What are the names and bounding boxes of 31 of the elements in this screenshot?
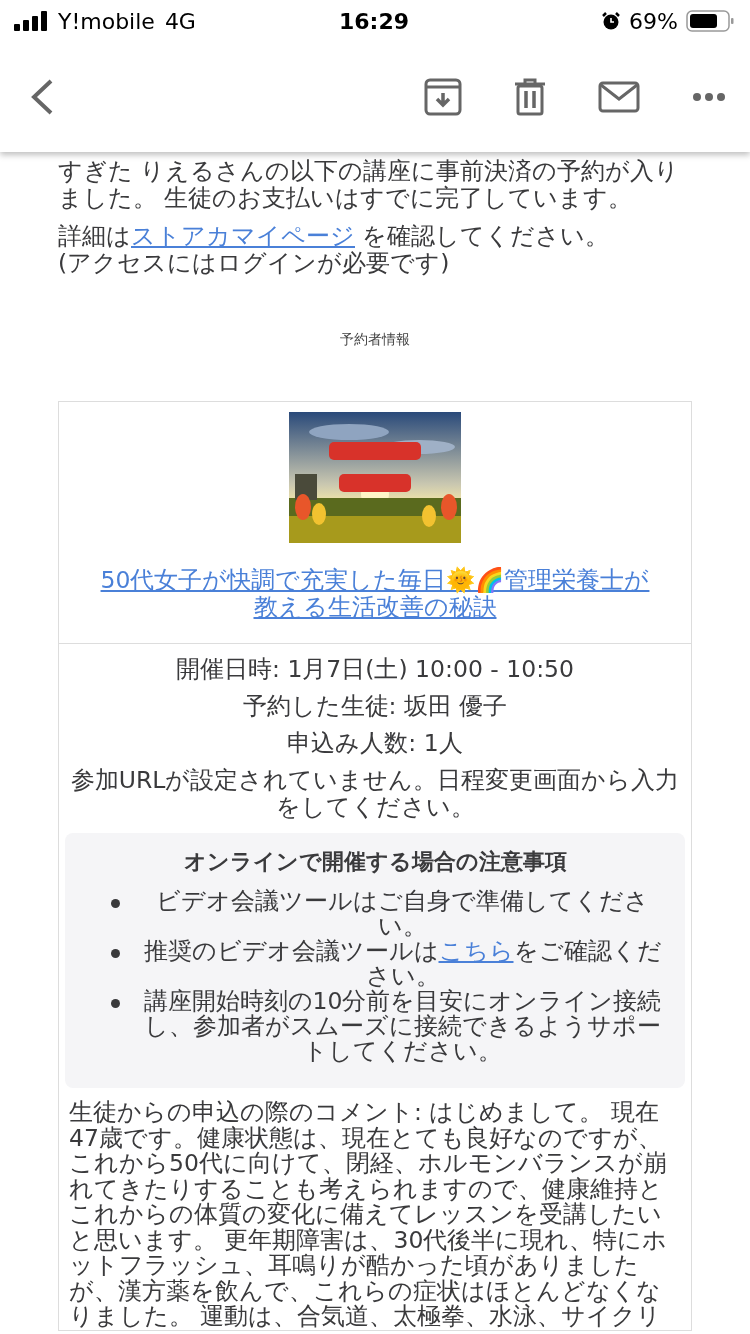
notice-item: 推奨のビデオ会議ツールは こちら をご確認ください。 (142, 939, 663, 989)
back-button[interactable] (30, 78, 54, 116)
booking-detail: 参加URLが設定されていません。日程変更画面から入力をしてください。 (69, 767, 681, 821)
intro-text: すぎた りえるさんの以下の講座に事前決済の予約が入りました。 生徒のお支払いはすでに完了しています。 (58, 158, 681, 212)
student-comment: 生徒からの申込の際のコメント: はじめまして。 現在47歳です。健康状態は、現在とても良好なのですが、これから50代に向けて、閉経、ホルモンバランスが崩れてきたりすることも考えられますので、健康維持とこれからの体質の変化に備えてレッスンを受講したいと思います。 更年期障害は、30代後半に現れ、特にホットフラッシュ、耳鳴りが酷かった頃がありましたが、漢方薬を飲んで、これらの症状はほとんどなくなりました。 運動は、合気道、太極拳、水泳、サイクリ (68, 1097, 669, 1330)
my-page-link[interactable]: ストアカマイページ (131, 222, 355, 250)
notice-item: 講座開始時刻の10分前を目安にオンライン接続し、参加者がスムーズに接続できるようサポートしてください。 (142, 989, 663, 1064)
notice-title: オンラインで開催する場合の注意事項 (182, 848, 568, 876)
alarm-icon (601, 11, 622, 31)
battery-percent: 69% (629, 8, 678, 34)
delete-button[interactable] (514, 78, 546, 116)
network-type: 4G (164, 8, 196, 34)
booking-detail: 開催日時: 1月7日(土) 10:00 - 10:50 (176, 656, 574, 683)
details-text: 詳細は ストアカマイページ を確認してください。 (58, 223, 611, 250)
login-note: (アクセスにはログインが必要です) (58, 250, 451, 277)
booking-detail: 予約した生徒: 坂田 優子 (242, 693, 508, 720)
battery-icon (686, 10, 734, 32)
signal-icon (14, 11, 48, 31)
section-label: 予約者情報 (339, 331, 411, 349)
tool-link[interactable]: こちら (438, 937, 514, 965)
bullet-icon (111, 899, 120, 908)
clock: 16:29 (339, 8, 409, 34)
more-button[interactable] (692, 92, 726, 102)
notice-item: ビデオ会議ツールはご自身で準備してください。 (156, 889, 650, 939)
bullet-icon (111, 999, 120, 1008)
mail-button[interactable] (598, 81, 640, 113)
course-title-link[interactable]: 50代女子が快調で充実した毎日🌞🌈管理栄養士が教える生活改善の秘訣 (79, 567, 671, 621)
bullet-icon (111, 949, 120, 958)
booking-detail: 申込み人数: 1人 (287, 730, 463, 757)
archive-button[interactable] (424, 78, 462, 116)
carrier-name: Y!mobile (58, 8, 155, 34)
